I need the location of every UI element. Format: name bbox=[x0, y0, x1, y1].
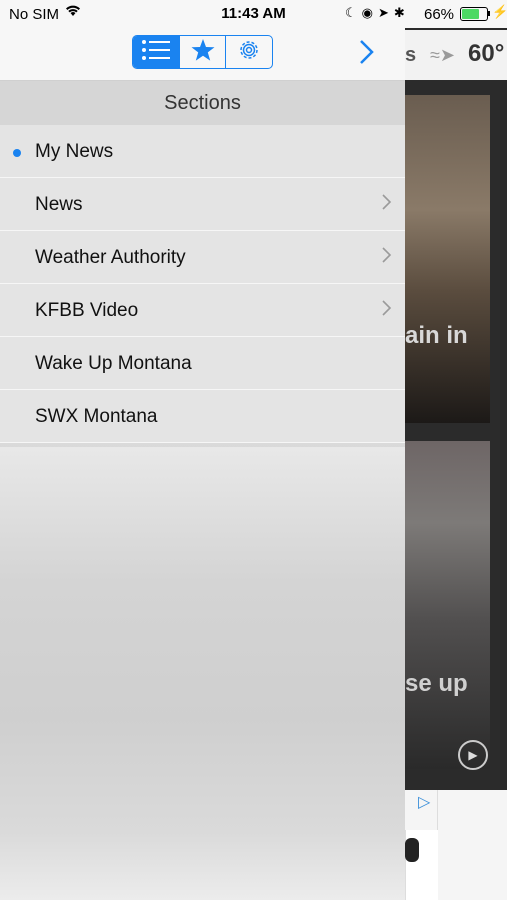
charging-icon: ⚡ bbox=[492, 4, 507, 19]
bluetooth-icon: ✱ bbox=[393, 5, 410, 20]
weather-temperature: 60° bbox=[468, 40, 505, 67]
menu-item-label: SWX Montana bbox=[35, 406, 158, 427]
menu-item-label: Wake Up Montana bbox=[35, 353, 192, 374]
story-card-1-headline: ain in bbox=[405, 322, 468, 349]
view-segmented-control[interactable] bbox=[132, 35, 273, 69]
chevron-right-icon bbox=[382, 193, 392, 217]
favorites-segment[interactable] bbox=[180, 36, 227, 68]
chevron-right-icon bbox=[382, 246, 392, 270]
ad-object bbox=[405, 838, 419, 862]
location-icon: ➤ bbox=[378, 5, 394, 20]
menu-item-swx-montana[interactable]: SWX Montana bbox=[0, 390, 405, 443]
weather-icon: ≈➤ bbox=[430, 45, 455, 65]
menu-item-weather-authority[interactable]: Weather Authority bbox=[0, 231, 405, 284]
rotation-lock-icon: ◉ bbox=[361, 5, 378, 20]
story-card-1[interactable] bbox=[405, 95, 490, 423]
gear-icon bbox=[236, 37, 262, 68]
menu-item-news[interactable]: News bbox=[0, 178, 405, 231]
close-drawer-chevron-icon[interactable] bbox=[358, 38, 376, 71]
moon-icon: ☾ bbox=[345, 5, 362, 20]
background-header-fragment: s bbox=[405, 44, 417, 66]
menu-item-wake-up-montana[interactable]: Wake Up Montana bbox=[0, 337, 405, 390]
status-icons: ☾◉➤✱ bbox=[345, 5, 410, 21]
menu-item-label: My News bbox=[35, 141, 114, 162]
menu-item-label: News bbox=[35, 194, 83, 215]
sections-menu: My News News Weather Authority KFBB Vide… bbox=[0, 125, 405, 443]
list-segment[interactable] bbox=[133, 36, 180, 68]
menu-item-label: KFBB Video bbox=[35, 300, 139, 321]
chevron-right-icon bbox=[382, 299, 392, 323]
drawer-blur-background bbox=[0, 447, 405, 900]
battery-icon bbox=[460, 7, 488, 21]
menu-item-label: Weather Authority bbox=[35, 247, 186, 268]
star-icon bbox=[191, 38, 215, 67]
settings-segment[interactable] bbox=[226, 36, 272, 68]
story-card-2[interactable] bbox=[405, 441, 490, 769]
sections-drawer: Sections My News News Weather Authority … bbox=[0, 0, 405, 900]
story-card-2-headline: se up bbox=[405, 670, 468, 697]
video-icon: ▶ bbox=[458, 740, 488, 770]
sections-header: Sections bbox=[0, 81, 405, 125]
list-icon bbox=[141, 39, 171, 66]
adchoices-icon[interactable]: ▷ bbox=[418, 792, 430, 812]
menu-item-my-news[interactable]: My News bbox=[0, 125, 405, 178]
menu-item-kfbb-video[interactable]: KFBB Video bbox=[0, 284, 405, 337]
status-bar: No SIM 11:43 AM ☾◉➤✱ 66% ⚡ bbox=[0, 0, 507, 28]
sections-title: Sections bbox=[164, 92, 241, 114]
battery-percent: 66% bbox=[424, 6, 455, 23]
selected-indicator-dot bbox=[13, 149, 21, 157]
